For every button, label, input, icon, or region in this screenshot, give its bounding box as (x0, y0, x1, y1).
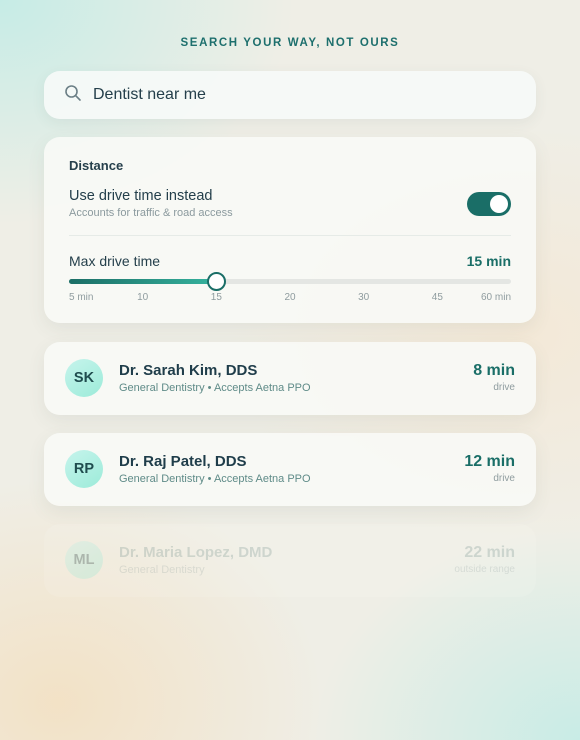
drive-time: 8 min (473, 362, 515, 379)
slider-tick-label: 45 (431, 292, 443, 303)
drive-time-label: outside range (454, 564, 515, 575)
dentist-details: General Dentistry (119, 564, 205, 576)
slider-tick-label: 20 (284, 292, 296, 303)
distance-title: Distance (69, 158, 124, 173)
search-value: Dentist near me (93, 86, 206, 103)
slider-tick-label: 5 min (69, 292, 94, 303)
slider-tick-label: 30 (358, 292, 370, 303)
max-drive-time-value: 15 min (466, 253, 511, 269)
drive-time-slider[interactable] (69, 272, 511, 291)
slider-tick-label: 10 (137, 292, 149, 303)
avatar: RP (65, 450, 103, 488)
dentist-details: General Dentistry • Accepts Aetna PPO (119, 382, 311, 394)
page-eyebrow: SEARCH YOUR WAY, NOT OURS (180, 37, 400, 49)
drive-time: 12 min (464, 453, 515, 470)
slider-thumb[interactable] (206, 272, 226, 291)
dentist-name: Dr. Maria Lopez, DMD (119, 544, 273, 561)
distance-panel: Distance Use drive time instead Accounts… (44, 137, 536, 323)
drive-time-toggle[interactable] (467, 192, 511, 216)
result-card-out-of-range[interactable]: ML Dr. Maria Lopez, DMD General Dentistr… (44, 524, 536, 597)
drive-time: 22 min (464, 544, 515, 561)
search-icon (64, 84, 82, 107)
drive-time-toggle-sublabel: Accounts for traffic & road access (69, 207, 233, 219)
drive-time-toggle-label: Use drive time instead (69, 188, 213, 204)
max-drive-time-label: Max drive time (69, 253, 161, 269)
toggle-knob (490, 195, 508, 213)
drive-time-label: drive (493, 382, 515, 393)
drive-time-label: drive (493, 473, 515, 484)
slider-tick-label: 15 (210, 292, 222, 303)
dentist-name: Dr. Sarah Kim, DDS (119, 362, 258, 379)
slider-tick-label: 60 min (480, 292, 511, 303)
dentist-details: General Dentistry • Accepts Aetna PPO (119, 473, 311, 485)
search-input[interactable]: Dentist near me (44, 71, 536, 119)
avatar: SK (65, 359, 103, 397)
slider-fill (69, 279, 217, 284)
dentist-name: Dr. Raj Patel, DDS (119, 453, 247, 470)
avatar: ML (65, 541, 103, 579)
result-card[interactable]: SK Dr. Sarah Kim, DDS General Dentistry … (44, 342, 536, 415)
slider-ticks: 5 min 10 15 20 30 45 60 min (69, 292, 511, 306)
divider (69, 235, 511, 236)
result-card[interactable]: RP Dr. Raj Patel, DDS General Dentistry … (44, 433, 536, 506)
